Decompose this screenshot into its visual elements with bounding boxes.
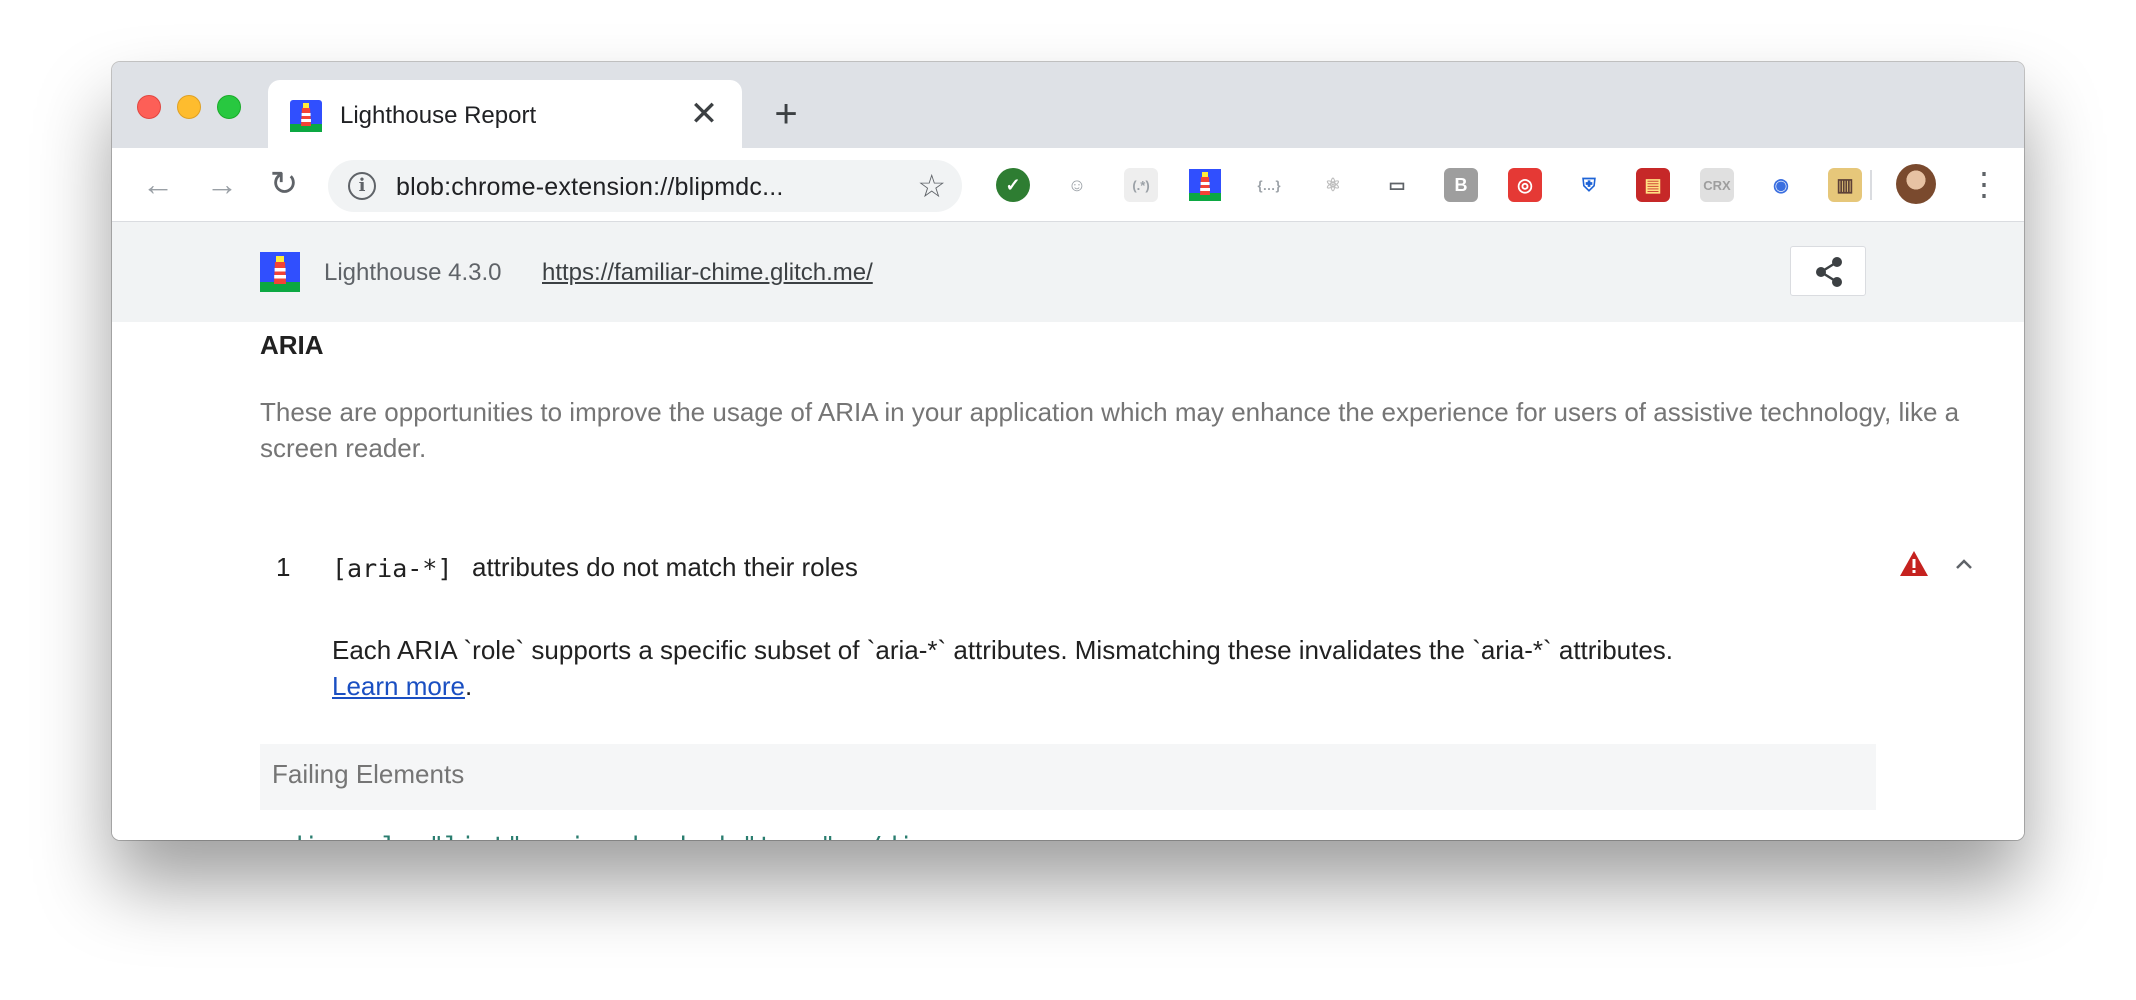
check-badge-icon[interactable]: ✓	[996, 168, 1030, 202]
section-title: ARIA	[260, 330, 324, 360]
notebook-icon[interactable]: ▥	[1828, 168, 1862, 202]
lighthouse-ext-icon[interactable]	[1188, 168, 1222, 202]
browser-window: Lighthouse Report ✕ + ← → ↻ i blob:chrom…	[112, 62, 2024, 840]
fail-warning-icon	[1900, 551, 1928, 576]
audit-index: 1	[276, 552, 291, 582]
address-url[interactable]: blob:chrome-extension://blipmdc...	[396, 173, 784, 202]
sd-card-icon[interactable]: ▤	[1636, 168, 1670, 202]
shield-icon[interactable]: ⛨	[1572, 168, 1606, 202]
chevron-up-icon[interactable]	[1950, 550, 1978, 578]
lighthouse-topbar: Lighthouse 4.3.0 https://familiar-chime.…	[112, 222, 2024, 322]
b-icon[interactable]: B	[1444, 168, 1478, 202]
regex-icon[interactable]: (.*)	[1124, 168, 1158, 202]
audited-url-link[interactable]: https://familiar-chime.glitch.me/	[542, 259, 873, 287]
learn-more-suffix: .	[464, 671, 473, 701]
audit-row[interactable]: 1 [aria-*] attributes do not match their…	[260, 551, 1972, 602]
close-window-button[interactable]	[137, 95, 161, 119]
section-description: These are opportunities to improve the u…	[260, 397, 1960, 463]
lighthouse-icon	[290, 100, 322, 132]
audit-title: attributes do not match their roles	[472, 552, 858, 582]
reload-button[interactable]: ↻	[262, 162, 306, 206]
minimize-window-button[interactable]	[177, 95, 201, 119]
site-info-icon[interactable]: i	[348, 172, 376, 200]
browser-menu-icon[interactable]: ⋮	[1968, 164, 2000, 204]
json-viewer-icon[interactable]: {…}	[1252, 168, 1286, 202]
lighthouse-logo-icon	[260, 252, 300, 292]
spiral-icon[interactable]: ◎	[1508, 168, 1542, 202]
learn-more-link[interactable]: Learn more	[332, 671, 465, 701]
share-button[interactable]	[1790, 246, 1866, 296]
audit-description: Each ARIA `role` supports a specific sub…	[332, 632, 1892, 704]
profile-avatar[interactable]	[1896, 164, 1936, 204]
back-button[interactable]: ←	[136, 162, 180, 206]
crx-icon[interactable]: CRX	[1700, 168, 1734, 202]
toolbar-divider	[1870, 170, 1872, 200]
laptop-icon[interactable]: ▭	[1380, 168, 1414, 202]
tab-title: Lighthouse Report	[340, 102, 537, 129]
forward-button[interactable]: →	[200, 162, 244, 206]
audit-code: [aria-*]	[332, 554, 453, 583]
close-tab-icon[interactable]: ✕	[684, 94, 724, 134]
tab-lighthouse-report[interactable]: Lighthouse Report ✕	[268, 80, 742, 150]
bookmark-star-icon[interactable]: ☆	[917, 168, 946, 204]
globe-icon[interactable]: ◉	[1764, 168, 1798, 202]
failing-elements-header: Failing Elements	[260, 744, 1876, 810]
lighthouse-version: Lighthouse 4.3.0	[324, 259, 502, 286]
zoom-window-button[interactable]	[217, 95, 241, 119]
address-bar[interactable]: i blob:chrome-extension://blipmdc... ☆	[328, 160, 962, 212]
tab-strip: Lighthouse Report ✕ +	[112, 62, 2024, 150]
share-icon	[1816, 257, 1842, 287]
react-icon[interactable]: ⚛	[1316, 168, 1350, 202]
report-page: Lighthouse 4.3.0 https://familiar-chime.…	[112, 222, 2024, 840]
new-tab-button[interactable]: +	[764, 92, 808, 136]
failing-node[interactable]: <div role="list" aria-checked="true"></d…	[272, 832, 945, 840]
audit-description-text: Each ARIA `role` supports a specific sub…	[332, 635, 1674, 665]
ghost-icon[interactable]: ☺	[1060, 168, 1094, 202]
browser-toolbar: ← → ↻ i blob:chrome-extension://blipmdc.…	[112, 148, 2024, 222]
